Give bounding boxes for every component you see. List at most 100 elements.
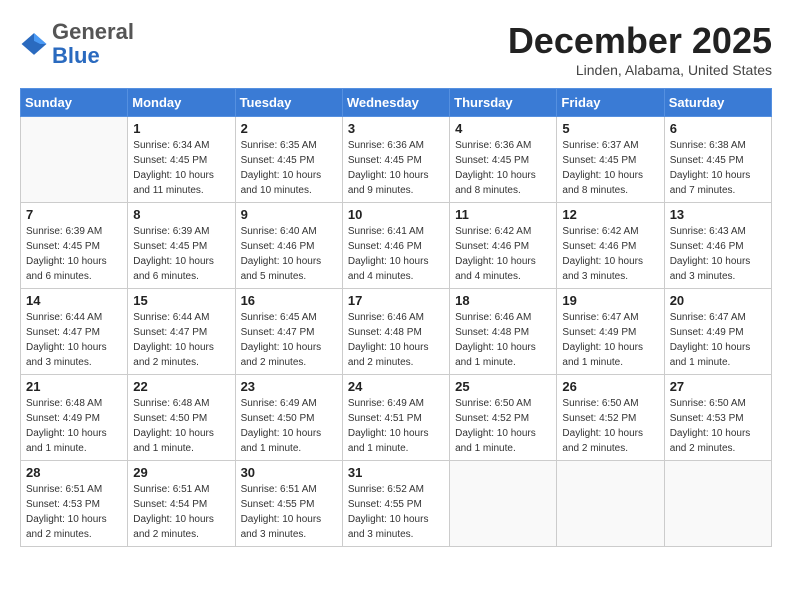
calendar-cell: 3 Sunrise: 6:36 AM Sunset: 4:45 PM Daylig… <box>342 117 449 203</box>
day-info: Sunrise: 6:38 AM Sunset: 4:45 PM Dayligh… <box>670 138 766 198</box>
calendar-cell: 4 Sunrise: 6:36 AM Sunset: 4:45 PM Daylig… <box>450 117 557 203</box>
day-info: Sunrise: 6:41 AM Sunset: 4:46 PM Dayligh… <box>348 224 444 284</box>
page-header: General Blue December 2025 Linden, Alaba… <box>20 20 772 78</box>
weekday-header-saturday: Saturday <box>664 89 771 117</box>
calendar-cell: 17Sunrise: 6:46 AM Sunset: 4:48 PM Dayli… <box>342 289 449 375</box>
calendar-cell: 5 Sunrise: 6:37 AM Sunset: 4:45 PM Daylig… <box>557 117 664 203</box>
calendar-cell: 19 Sunrise: 6:47 AM Sunset: 4:49 PM Dayli… <box>557 289 664 375</box>
day-info: Sunrise: 6:36 AM Sunset: 4:45 PM Dayligh… <box>348 138 444 198</box>
day-info: Sunrise: 6:34 AM Sunset: 4:45 PM Dayligh… <box>133 138 229 198</box>
day-number: 18 <box>455 293 551 308</box>
calendar-cell: 6 Sunrise: 6:38 AM Sunset: 4:45 PM Daylig… <box>664 117 771 203</box>
week-row-4: 21 Sunrise: 6:48 AM Sunset: 4:49 PM Dayli… <box>21 375 772 461</box>
day-info: Sunrise: 6:39 AM Sunset: 4:45 PM Dayligh… <box>133 224 229 284</box>
day-number: 22 <box>133 379 229 394</box>
day-number: 9 <box>241 207 337 222</box>
day-number: 11 <box>455 207 551 222</box>
day-number: 21 <box>26 379 122 394</box>
day-info: Sunrise: 6:49 AM Sunset: 4:50 PM Dayligh… <box>241 396 337 456</box>
day-number: 3 <box>348 121 444 136</box>
calendar-cell: 28Sunrise: 6:51 AM Sunset: 4:53 PM Dayli… <box>21 461 128 547</box>
day-number: 30 <box>241 465 337 480</box>
day-info: Sunrise: 6:50 AM Sunset: 4:52 PM Dayligh… <box>562 396 658 456</box>
calendar-cell: 30Sunrise: 6:51 AM Sunset: 4:55 PM Dayli… <box>235 461 342 547</box>
day-info: Sunrise: 6:52 AM Sunset: 4:55 PM Dayligh… <box>348 482 444 542</box>
day-number: 25 <box>455 379 551 394</box>
day-info: Sunrise: 6:42 AM Sunset: 4:46 PM Dayligh… <box>562 224 658 284</box>
day-number: 19 <box>562 293 658 308</box>
logo-text: General Blue <box>52 20 134 68</box>
calendar-cell: 2 Sunrise: 6:35 AM Sunset: 4:45 PM Daylig… <box>235 117 342 203</box>
calendar-cell: 11 Sunrise: 6:42 AM Sunset: 4:46 PM Dayli… <box>450 203 557 289</box>
day-number: 26 <box>562 379 658 394</box>
calendar-cell: 23 Sunrise: 6:49 AM Sunset: 4:50 PM Dayli… <box>235 375 342 461</box>
calendar-cell: 15Sunrise: 6:44 AM Sunset: 4:47 PM Dayli… <box>128 289 235 375</box>
calendar-cell: 22 Sunrise: 6:48 AM Sunset: 4:50 PM Dayli… <box>128 375 235 461</box>
day-number: 14 <box>26 293 122 308</box>
calendar-cell: 21 Sunrise: 6:48 AM Sunset: 4:49 PM Dayli… <box>21 375 128 461</box>
calendar-cell: 16 Sunrise: 6:45 AM Sunset: 4:47 PM Dayli… <box>235 289 342 375</box>
day-number: 6 <box>670 121 766 136</box>
weekday-header-monday: Monday <box>128 89 235 117</box>
week-row-2: 7Sunrise: 6:39 AM Sunset: 4:45 PM Daylig… <box>21 203 772 289</box>
weekday-header-friday: Friday <box>557 89 664 117</box>
calendar-title: December 2025 <box>508 20 772 62</box>
day-info: Sunrise: 6:43 AM Sunset: 4:46 PM Dayligh… <box>670 224 766 284</box>
day-info: Sunrise: 6:51 AM Sunset: 4:53 PM Dayligh… <box>26 482 122 542</box>
calendar-cell: 27 Sunrise: 6:50 AM Sunset: 4:53 PM Dayli… <box>664 375 771 461</box>
week-row-1: 1 Sunrise: 6:34 AM Sunset: 4:45 PM Daylig… <box>21 117 772 203</box>
day-info: Sunrise: 6:47 AM Sunset: 4:49 PM Dayligh… <box>670 310 766 370</box>
calendar-cell: 29Sunrise: 6:51 AM Sunset: 4:54 PM Dayli… <box>128 461 235 547</box>
calendar-cell <box>557 461 664 547</box>
day-number: 5 <box>562 121 658 136</box>
week-row-5: 28Sunrise: 6:51 AM Sunset: 4:53 PM Dayli… <box>21 461 772 547</box>
title-area: December 2025 Linden, Alabama, United St… <box>508 20 772 78</box>
calendar-cell: 1 Sunrise: 6:34 AM Sunset: 4:45 PM Daylig… <box>128 117 235 203</box>
day-info: Sunrise: 6:42 AM Sunset: 4:46 PM Dayligh… <box>455 224 551 284</box>
day-number: 4 <box>455 121 551 136</box>
calendar-cell: 12 Sunrise: 6:42 AM Sunset: 4:46 PM Dayli… <box>557 203 664 289</box>
calendar-cell <box>664 461 771 547</box>
calendar-cell: 7Sunrise: 6:39 AM Sunset: 4:45 PM Daylig… <box>21 203 128 289</box>
calendar-cell: 10 Sunrise: 6:41 AM Sunset: 4:46 PM Dayli… <box>342 203 449 289</box>
day-info: Sunrise: 6:45 AM Sunset: 4:47 PM Dayligh… <box>241 310 337 370</box>
day-info: Sunrise: 6:48 AM Sunset: 4:49 PM Dayligh… <box>26 396 122 456</box>
calendar-cell <box>450 461 557 547</box>
logo: General Blue <box>20 20 134 68</box>
logo-icon <box>20 30 48 58</box>
day-info: Sunrise: 6:37 AM Sunset: 4:45 PM Dayligh… <box>562 138 658 198</box>
calendar-cell: 31 Sunrise: 6:52 AM Sunset: 4:55 PM Dayli… <box>342 461 449 547</box>
day-number: 10 <box>348 207 444 222</box>
day-info: Sunrise: 6:40 AM Sunset: 4:46 PM Dayligh… <box>241 224 337 284</box>
calendar-cell: 26 Sunrise: 6:50 AM Sunset: 4:52 PM Dayli… <box>557 375 664 461</box>
day-number: 16 <box>241 293 337 308</box>
day-info: Sunrise: 6:50 AM Sunset: 4:53 PM Dayligh… <box>670 396 766 456</box>
weekday-header-sunday: Sunday <box>21 89 128 117</box>
calendar-cell: 9 Sunrise: 6:40 AM Sunset: 4:46 PM Daylig… <box>235 203 342 289</box>
day-info: Sunrise: 6:36 AM Sunset: 4:45 PM Dayligh… <box>455 138 551 198</box>
day-info: Sunrise: 6:35 AM Sunset: 4:45 PM Dayligh… <box>241 138 337 198</box>
day-number: 15 <box>133 293 229 308</box>
day-info: Sunrise: 6:50 AM Sunset: 4:52 PM Dayligh… <box>455 396 551 456</box>
day-number: 2 <box>241 121 337 136</box>
day-info: Sunrise: 6:46 AM Sunset: 4:48 PM Dayligh… <box>455 310 551 370</box>
day-info: Sunrise: 6:47 AM Sunset: 4:49 PM Dayligh… <box>562 310 658 370</box>
calendar-cell: 13Sunrise: 6:43 AM Sunset: 4:46 PM Dayli… <box>664 203 771 289</box>
day-number: 1 <box>133 121 229 136</box>
calendar-subtitle: Linden, Alabama, United States <box>508 62 772 78</box>
day-number: 27 <box>670 379 766 394</box>
weekday-header-row: SundayMondayTuesdayWednesdayThursdayFrid… <box>21 89 772 117</box>
day-info: Sunrise: 6:48 AM Sunset: 4:50 PM Dayligh… <box>133 396 229 456</box>
calendar-cell: 14Sunrise: 6:44 AM Sunset: 4:47 PM Dayli… <box>21 289 128 375</box>
day-number: 31 <box>348 465 444 480</box>
day-number: 29 <box>133 465 229 480</box>
day-number: 24 <box>348 379 444 394</box>
day-number: 17 <box>348 293 444 308</box>
day-number: 23 <box>241 379 337 394</box>
calendar-cell: 20Sunrise: 6:47 AM Sunset: 4:49 PM Dayli… <box>664 289 771 375</box>
week-row-3: 14Sunrise: 6:44 AM Sunset: 4:47 PM Dayli… <box>21 289 772 375</box>
weekday-header-thursday: Thursday <box>450 89 557 117</box>
calendar-cell: 8Sunrise: 6:39 AM Sunset: 4:45 PM Daylig… <box>128 203 235 289</box>
calendar-cell <box>21 117 128 203</box>
day-number: 12 <box>562 207 658 222</box>
